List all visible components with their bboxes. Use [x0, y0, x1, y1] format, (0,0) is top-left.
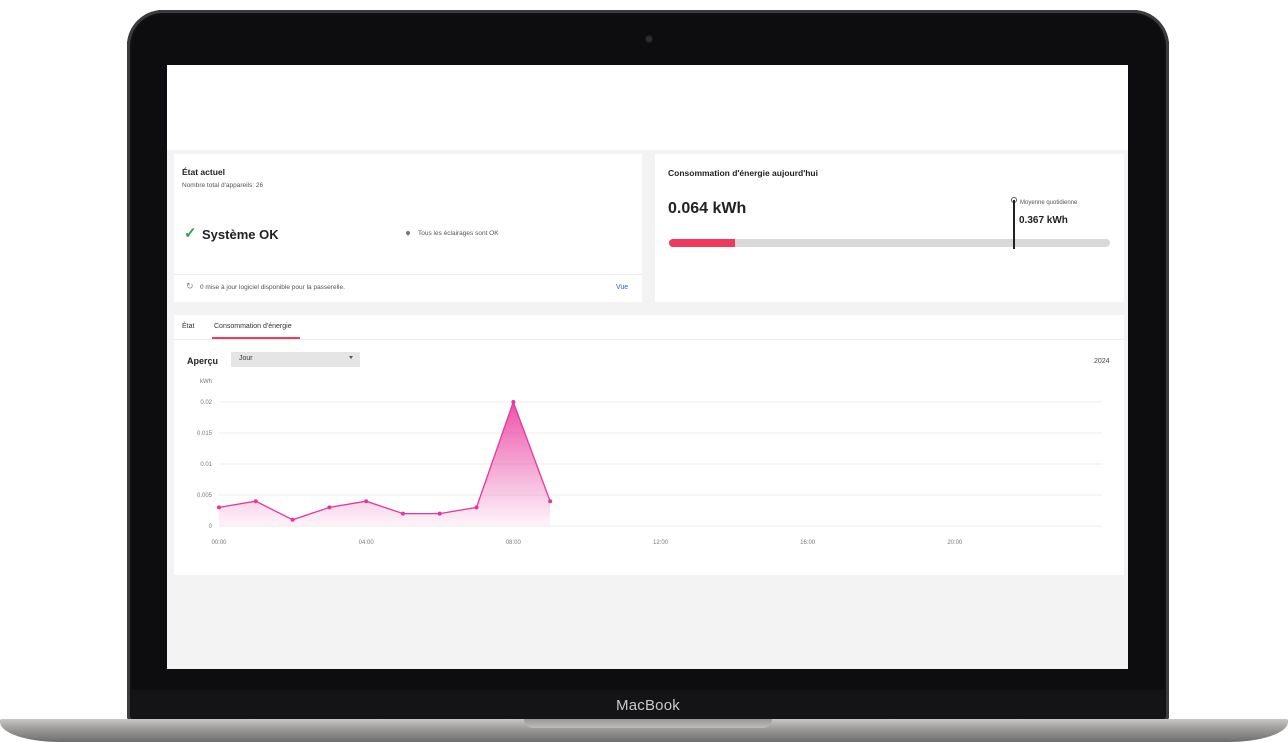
update-text: 0 mise à jour logiciel disponible pour l…: [200, 284, 345, 291]
y-tick-label: 0: [209, 524, 213, 530]
y-tick-label: 0.01: [200, 462, 212, 468]
energy-today-card: Consommation d'énergie aujourd'hui 0.064…: [655, 154, 1124, 302]
card-divider: [174, 274, 642, 275]
refresh-icon: ↻: [186, 281, 194, 291]
data-point[interactable]: [437, 511, 442, 516]
light-pin-icon: [405, 230, 411, 236]
data-point[interactable]: [400, 511, 405, 516]
avg-marker-line: [1013, 200, 1015, 249]
x-tick-label: 16:00: [800, 540, 816, 546]
chevron-down-icon: [349, 356, 353, 359]
tab-energy-consumption[interactable]: Consommation d'énergie: [214, 323, 292, 330]
data-point[interactable]: [364, 499, 369, 504]
period-select[interactable]: Jour: [231, 352, 360, 367]
data-point[interactable]: [253, 499, 258, 504]
status-title: État actuel: [182, 167, 225, 177]
period-selected: Jour: [239, 355, 253, 362]
device-count: Nombre total d'appareils: 26: [182, 182, 264, 189]
lighting-status: Tous les éclairages sont OK: [418, 230, 499, 237]
energy-progress-bar: [669, 239, 1110, 247]
data-point[interactable]: [548, 499, 553, 504]
app-screen: État actuel Nombre total d'appareils: 26…: [167, 65, 1128, 669]
data-point[interactable]: [511, 400, 516, 404]
tab-etat[interactable]: État: [182, 323, 194, 330]
y-axis-label: kWh: [200, 379, 212, 385]
x-tick-label: 20:00: [947, 540, 963, 546]
x-tick-label: 08:00: [506, 540, 522, 546]
view-link[interactable]: Vue: [616, 284, 628, 291]
system-status: Système OK: [202, 227, 279, 242]
y-tick-label: 0.02: [200, 400, 212, 406]
tabs-divider: [174, 339, 1124, 340]
brand-label: MacBook: [616, 697, 680, 714]
check-icon: ✓: [184, 225, 197, 242]
consumption-panel: État Consommation d'énergie Aperçu Jour …: [174, 315, 1124, 575]
today-value: 0.064 kWh: [668, 200, 747, 217]
energy-chart: kWh 0 0.005 0.01 0.015 0.02 00:00 04:00 08:00 1…: [197, 379, 1102, 546]
y-tick-label: 0.015: [197, 431, 213, 437]
energy-title: Consommation d'énergie aujourd'hui: [668, 168, 818, 178]
x-tick-label: 00:00: [211, 540, 227, 546]
data-point[interactable]: [327, 505, 332, 510]
y-tick-label: 0.005: [197, 493, 213, 499]
avg-value: 0.367 kWh: [1019, 215, 1068, 226]
avg-label: Moyenne quotidienne: [1020, 200, 1078, 206]
laptop-notch: [524, 719, 772, 728]
energy-progress-fill: [669, 239, 735, 247]
status-card: État actuel Nombre total d'appareils: 26…: [174, 154, 642, 302]
year-label: 2024: [1094, 358, 1110, 365]
x-tick-label: 04:00: [359, 540, 375, 546]
overview-label: Aperçu: [187, 356, 219, 366]
camera-icon: [646, 36, 652, 42]
header-area: [167, 65, 1128, 150]
data-point[interactable]: [474, 505, 479, 510]
data-point[interactable]: [290, 517, 295, 522]
x-tick-label: 12:00: [653, 540, 669, 546]
data-point[interactable]: [217, 505, 221, 510]
